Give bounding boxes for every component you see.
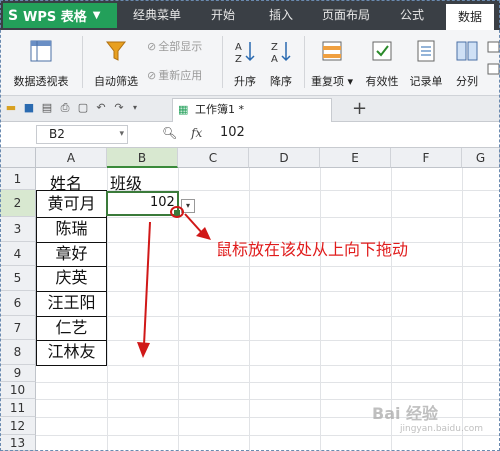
baidu-watermark: Bai 经验	[372, 404, 439, 423]
drag-arrow-head	[137, 342, 150, 358]
baidu-watermark-url: jingyan.baidu.com	[400, 424, 484, 434]
pointer-arrow-line	[184, 213, 204, 235]
highlight-circle	[170, 206, 184, 218]
annotation-text: 鼠标放在该处从上向下拖动	[216, 240, 409, 259]
drag-arrow-line	[143, 221, 151, 346]
annotation-arrows	[137, 206, 211, 358]
